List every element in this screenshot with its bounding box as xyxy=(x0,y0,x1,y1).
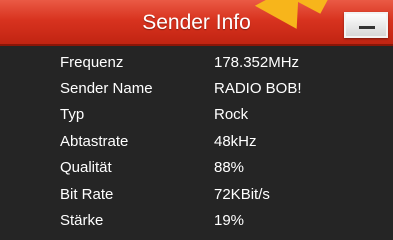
info-label: Frequenz xyxy=(60,54,124,71)
info-label: Stärke xyxy=(60,212,104,229)
info-value: 19% xyxy=(214,212,245,229)
info-row-qualitaet: Qualität 88% xyxy=(0,156,393,180)
info-value: 178.352MHz xyxy=(214,54,300,71)
info-value: 88% xyxy=(214,159,245,176)
info-row-bit-rate: Bit Rate 72KBit/s xyxy=(0,183,393,207)
info-value: 48kHz xyxy=(214,133,257,150)
minimize-button[interactable] xyxy=(344,12,388,38)
info-label: Qualität xyxy=(60,159,112,176)
info-value: Rock xyxy=(214,106,249,123)
info-label: Bit Rate xyxy=(60,186,114,203)
minimize-icon xyxy=(359,26,375,29)
info-row-abtastrate: Abtastrate 48kHz xyxy=(0,130,393,154)
info-row-sender-name: Sender Name RADIO BOB! xyxy=(0,77,393,101)
info-value: 72KBit/s xyxy=(214,186,270,203)
sender-info-screen: Sender Info Frequenz 178.352MHz Sender N… xyxy=(0,0,393,240)
info-label: Sender Name xyxy=(60,80,153,97)
page-title: Sender Info xyxy=(142,11,251,34)
info-value: RADIO BOB! xyxy=(214,80,302,97)
info-row-typ: Typ Rock xyxy=(0,103,393,127)
info-row-staerke: Stärke 19% xyxy=(0,209,393,233)
info-row-frequenz: Frequenz 178.352MHz xyxy=(0,51,393,75)
info-label: Typ xyxy=(60,106,85,123)
info-label: Abtastrate xyxy=(60,133,129,150)
title-bar: Sender Info xyxy=(0,0,393,46)
